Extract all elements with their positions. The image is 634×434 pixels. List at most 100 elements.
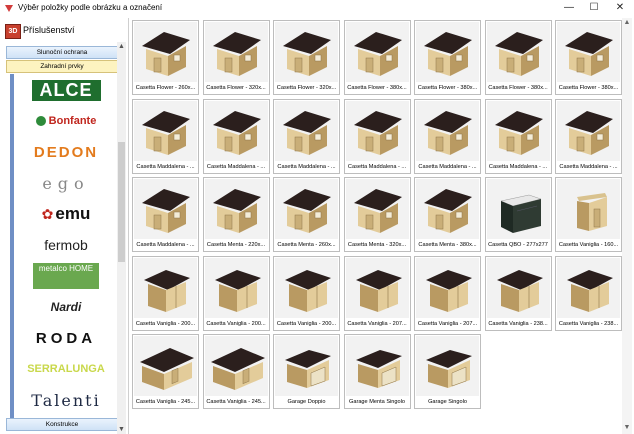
brand-fermob[interactable]: fermob bbox=[18, 231, 114, 259]
item-tile[interactable]: Casetta Flower - 380x... bbox=[484, 20, 552, 95]
item-tile[interactable]: Garage Menta Singolo bbox=[343, 334, 411, 409]
item-tile[interactable]: Casetta Flower - 380x... bbox=[414, 20, 481, 95]
item-tile[interactable]: Casetta Vaniglia - 160... bbox=[555, 177, 622, 252]
close-button[interactable]: ✕ bbox=[606, 0, 634, 16]
item-tile[interactable]: Casetta Flower - 260x... bbox=[132, 20, 199, 95]
item-label: Casetta Flower - 260x... bbox=[135, 85, 196, 91]
item-thumbnail bbox=[275, 336, 338, 396]
item-label: Casetta Maddalena - ... bbox=[277, 163, 336, 170]
scrollbar-thumb[interactable] bbox=[118, 142, 125, 262]
brand-roda[interactable]: RODA bbox=[18, 324, 114, 352]
item-label: Casetta Flower - 320x... bbox=[276, 85, 337, 91]
item-tile[interactable]: Garage Doppio bbox=[273, 334, 340, 409]
item-label: Casetta Maddalena - ... bbox=[206, 163, 266, 170]
item-tile[interactable]: Casetta QBO - 277x277 bbox=[484, 177, 552, 252]
minimize-button[interactable]: — bbox=[555, 0, 583, 16]
item-thumbnail bbox=[275, 22, 338, 82]
item-thumbnail bbox=[275, 100, 338, 161]
item-thumbnail bbox=[416, 22, 479, 82]
item-tile[interactable]: Casetta Maddalena - ... bbox=[484, 98, 552, 174]
item-thumbnail bbox=[345, 336, 409, 396]
item-thumbnail bbox=[557, 100, 620, 161]
item-tile[interactable]: Casetta Vaniglia - 200... bbox=[132, 255, 199, 331]
item-tile[interactable]: Casetta Maddalena - ... bbox=[132, 177, 199, 252]
item-tile[interactable]: Casetta Flower - 380x... bbox=[555, 20, 622, 95]
item-tile[interactable]: Casetta Maddalena - ... bbox=[555, 98, 622, 174]
item-tile[interactable]: Casetta Vaniglia - 207... bbox=[343, 255, 411, 331]
item-label: Casetta Flower - 380x... bbox=[488, 85, 548, 91]
item-tile[interactable]: Casetta Maddalena - ... bbox=[273, 98, 340, 174]
brand-alce[interactable]: ALCE bbox=[18, 76, 114, 104]
maximize-button[interactable]: ☐ bbox=[580, 0, 608, 16]
talenti-logo: Talenti bbox=[31, 390, 101, 410]
item-label: Casetta Maddalena - ... bbox=[418, 163, 477, 170]
item-tile[interactable]: Casetta Maddalena - ... bbox=[343, 98, 411, 174]
category-sun-protection[interactable]: Slunoční ochrana bbox=[6, 46, 118, 59]
category-construction[interactable]: Konstrukce bbox=[6, 418, 118, 431]
brand-list-scrollbar[interactable]: ▲ ▼ bbox=[117, 42, 126, 434]
item-tile[interactable]: Casetta Maddalena - ... bbox=[414, 98, 481, 174]
item-thumbnail bbox=[134, 336, 197, 396]
category-title: Příslušenství bbox=[23, 25, 75, 35]
item-grid: Casetta Flower - 260x... Casetta Flower … bbox=[130, 18, 628, 434]
item-thumbnail bbox=[134, 257, 197, 318]
title-bar: Výběr položky podle obrázku a označení —… bbox=[0, 0, 634, 16]
item-tile[interactable]: Casetta Vaniglia - 238... bbox=[484, 255, 552, 331]
scroll-up-icon[interactable]: ▲ bbox=[622, 18, 632, 28]
brand-serralunga[interactable]: SERRALUNGA bbox=[18, 355, 114, 383]
bonfante-logo: Bonfante bbox=[48, 115, 97, 127]
item-tile[interactable]: Casetta Vaniglia - 245... bbox=[202, 334, 270, 409]
brand-talenti[interactable]: Talenti bbox=[18, 386, 114, 414]
roda-logo: RODA bbox=[35, 329, 97, 347]
scroll-up-icon[interactable]: ▲ bbox=[117, 42, 126, 51]
item-thumbnail bbox=[204, 22, 268, 82]
item-thumbnail bbox=[204, 179, 268, 239]
brand-dedon[interactable]: DEDON bbox=[18, 138, 114, 166]
ego-logo: ego bbox=[42, 173, 90, 193]
brand-emu[interactable]: ✿ emu bbox=[18, 200, 114, 228]
item-tile[interactable]: Casetta Vaniglia - 207... bbox=[414, 255, 481, 331]
brand-metalco[interactable]: metalco HOME bbox=[18, 262, 114, 290]
brand-nardi[interactable]: Nardi bbox=[18, 293, 114, 321]
brand-ego[interactable]: ego bbox=[18, 169, 114, 197]
item-tile[interactable]: Casetta Vaniglia - 238... bbox=[555, 255, 622, 331]
item-thumbnail bbox=[416, 257, 479, 318]
scroll-down-icon[interactable]: ▼ bbox=[117, 425, 126, 434]
item-thumbnail bbox=[134, 179, 197, 239]
item-tile[interactable]: Casetta Flower - 380x... bbox=[343, 20, 411, 95]
item-tile[interactable]: Casetta Menta - 260x... bbox=[273, 177, 340, 252]
item-thumbnail bbox=[345, 22, 409, 82]
item-tile[interactable]: Casetta Menta - 220x... bbox=[202, 177, 270, 252]
grid-scrollbar[interactable]: ▲ ▼ bbox=[622, 18, 632, 434]
item-label: Casetta Vaniglia - 160... bbox=[558, 242, 619, 248]
fermob-logo: fermob bbox=[44, 237, 88, 253]
item-label: Casetta Flower - 380x... bbox=[558, 85, 619, 91]
item-thumbnail bbox=[204, 257, 268, 318]
item-tile[interactable]: Casetta Vaniglia - 200... bbox=[202, 255, 270, 331]
emu-flower-icon: ✿ bbox=[41, 205, 54, 222]
item-tile[interactable]: Casetta Flower - 320x... bbox=[202, 20, 270, 95]
item-thumbnail bbox=[557, 257, 620, 318]
emu-logo: emu bbox=[55, 204, 91, 223]
category-garden-elements[interactable]: Zahradní prvky bbox=[6, 60, 118, 73]
item-tile[interactable]: Casetta Vaniglia - 200... bbox=[273, 255, 340, 331]
item-label: Casetta Maddalena - ... bbox=[488, 163, 548, 170]
item-label: Casetta Menta - 220x... bbox=[206, 242, 266, 248]
item-label: Casetta Vaniglia - 245... bbox=[135, 399, 196, 405]
item-thumbnail bbox=[486, 22, 550, 82]
window-title: Výběr položky podle obrázku a označení bbox=[18, 3, 163, 12]
scroll-down-icon[interactable]: ▼ bbox=[622, 423, 632, 433]
item-tile[interactable]: Casetta Vaniglia - 245... bbox=[132, 334, 199, 409]
item-tile[interactable]: Casetta Maddalena - ... bbox=[202, 98, 270, 174]
metalco-logo: metalco HOME bbox=[33, 263, 99, 289]
item-tile[interactable]: Casetta Menta - 320x... bbox=[343, 177, 411, 252]
item-thumbnail bbox=[204, 336, 268, 396]
panel-divider bbox=[128, 18, 129, 434]
item-tile[interactable]: Casetta Flower - 320x... bbox=[273, 20, 340, 95]
item-label: Garage Singolo bbox=[428, 399, 467, 405]
item-tile[interactable]: Casetta Menta - 380x... bbox=[414, 177, 481, 252]
item-tile[interactable]: Casetta Maddalena - ... bbox=[132, 98, 199, 174]
item-tile[interactable]: Garage Singolo bbox=[414, 334, 481, 409]
brand-bonfante[interactable]: Bonfante bbox=[18, 107, 114, 135]
item-label: Casetta Vaniglia - 207... bbox=[347, 320, 407, 327]
